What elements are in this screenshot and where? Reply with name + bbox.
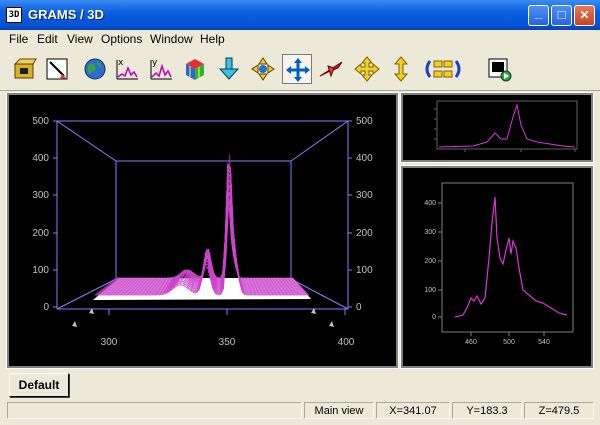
app-window: 3D GRAMS / 3D _ □ ✕ File Edit View Optio… bbox=[0, 0, 600, 425]
overview-plot-view[interactable] bbox=[400, 92, 594, 163]
x-axis-icon[interactable]: x bbox=[112, 54, 142, 84]
status-z: Z=479.5 bbox=[524, 402, 594, 419]
close-button[interactable]: ✕ bbox=[574, 5, 595, 26]
y-axis-icon[interactable]: y bbox=[146, 54, 176, 84]
move-icon[interactable] bbox=[282, 54, 312, 84]
window-title: GRAMS / 3D bbox=[28, 7, 104, 22]
y-tick-right: 500 bbox=[356, 116, 373, 127]
down-arrow-icon[interactable] bbox=[214, 54, 244, 84]
y-tick-left: 100 bbox=[32, 265, 49, 276]
surface-slice bbox=[117, 204, 293, 279]
status-message bbox=[7, 402, 302, 419]
y-tick-left: 0 bbox=[43, 302, 49, 313]
plane-icon[interactable] bbox=[316, 54, 346, 84]
spectrum-curve bbox=[454, 196, 568, 318]
tab-default[interactable]: Default bbox=[9, 373, 69, 397]
menu-view[interactable]: View bbox=[67, 32, 93, 46]
title-bar[interactable]: 3D GRAMS / 3D _ □ ✕ bbox=[0, 0, 600, 30]
menu-window[interactable]: Window bbox=[150, 32, 193, 46]
y-tick-right: 100 bbox=[356, 265, 373, 276]
maximize-button[interactable]: □ bbox=[551, 5, 572, 26]
export-icon[interactable] bbox=[484, 54, 514, 84]
y-tick-left: 300 bbox=[32, 190, 49, 201]
svg-text:x: x bbox=[118, 58, 124, 68]
main-3d-view[interactable]: 500 400 300 200 100 0 500 400 300 200 10… bbox=[6, 92, 399, 369]
spectrum-plot-view[interactable]: 400 300 200 100 0 460 500 540 bbox=[400, 165, 594, 369]
menu-bar: File Edit View Options Window Help bbox=[0, 30, 600, 49]
cube-icon[interactable] bbox=[180, 54, 210, 84]
y-tick-right: 300 bbox=[356, 190, 373, 201]
spectrum-plot: 400 300 200 100 0 460 500 540 bbox=[424, 182, 574, 346]
app-icon: 3D bbox=[6, 7, 22, 23]
rotate-icon[interactable] bbox=[248, 54, 278, 84]
side-x-tick: 540 bbox=[538, 339, 550, 346]
open-file-icon[interactable] bbox=[10, 54, 40, 84]
side-y-tick: 0 bbox=[432, 314, 436, 321]
menu-options[interactable]: Options bbox=[101, 32, 142, 46]
svg-text:y: y bbox=[152, 58, 158, 68]
overview-plot bbox=[434, 100, 578, 152]
y-tick-right: 200 bbox=[356, 228, 373, 239]
minimize-button[interactable]: _ bbox=[528, 5, 549, 26]
main-3d-plot: 500 400 300 200 100 0 500 400 300 200 10… bbox=[32, 116, 373, 348]
status-view: Main view bbox=[304, 402, 374, 419]
up-down-arrow-icon[interactable] bbox=[386, 54, 416, 84]
status-x: X=341.07 bbox=[376, 402, 450, 419]
side-x-tick: 500 bbox=[503, 339, 515, 346]
menu-file[interactable]: File bbox=[9, 32, 28, 46]
y-tick-left: 200 bbox=[32, 228, 49, 239]
rotate-loop-icon[interactable] bbox=[420, 54, 466, 84]
y-tick-right: 0 bbox=[356, 302, 362, 313]
x-tick: 400 bbox=[338, 337, 355, 348]
side-y-tick: 300 bbox=[424, 229, 436, 236]
side-x-tick: 460 bbox=[465, 339, 477, 346]
side-y-tick: 100 bbox=[424, 287, 436, 294]
edit-icon[interactable] bbox=[42, 54, 72, 84]
status-y: Y=183.3 bbox=[452, 402, 522, 419]
x-tick: 350 bbox=[219, 337, 236, 348]
menu-help[interactable]: Help bbox=[200, 32, 225, 46]
3d-surface bbox=[93, 154, 311, 300]
y-tick-right: 400 bbox=[356, 153, 373, 164]
four-way-arrow-icon[interactable] bbox=[352, 54, 382, 84]
globe-icon[interactable] bbox=[80, 54, 110, 84]
status-bar: Main view X=341.07 Y=183.3 Z=479.5 bbox=[0, 400, 600, 425]
x-tick: 300 bbox=[101, 337, 118, 348]
side-y-tick: 400 bbox=[424, 200, 436, 207]
y-tick-left: 400 bbox=[32, 153, 49, 164]
tab-bar: Default bbox=[0, 370, 600, 400]
side-y-tick: 200 bbox=[424, 258, 436, 265]
toolbar: x y bbox=[0, 50, 600, 91]
y-tick-left: 500 bbox=[32, 116, 49, 127]
menu-edit[interactable]: Edit bbox=[37, 32, 58, 46]
